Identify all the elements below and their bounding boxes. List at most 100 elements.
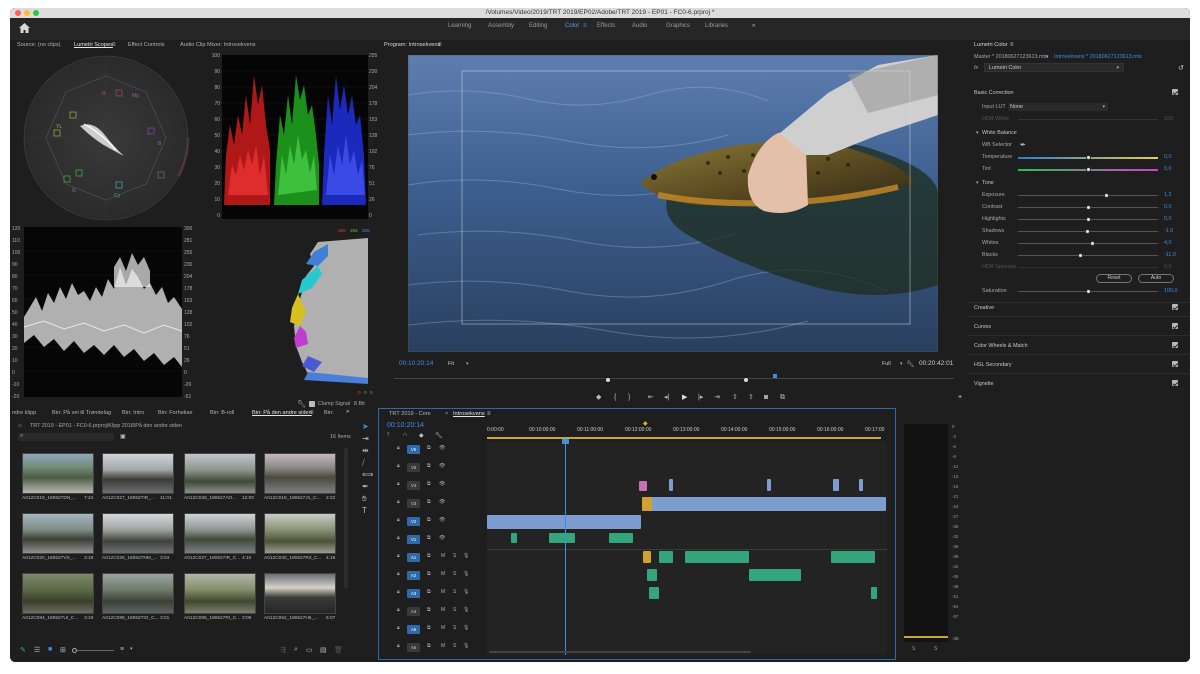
basic-correction-header[interactable]: Basic Correction bbox=[974, 90, 1014, 96]
timeline-horizontal-scrollbar[interactable] bbox=[489, 651, 751, 653]
eye-icon[interactable]: 👁︎ bbox=[439, 517, 445, 523]
audio-clip[interactable] bbox=[685, 551, 749, 563]
program-scrubber[interactable] bbox=[394, 378, 954, 379]
sync-lock-icon[interactable]: ⧉ bbox=[427, 643, 431, 649]
settings-wrench-icon[interactable]: 🔧︎ bbox=[435, 432, 443, 439]
ripple-edit-icon[interactable]: ⇹ bbox=[362, 446, 369, 455]
automate-icon[interactable]: ⇶ bbox=[280, 646, 286, 654]
compare-view-icon[interactable]: ⧉ bbox=[780, 394, 785, 401]
mute-button[interactable]: M bbox=[441, 607, 445, 613]
highlights-value[interactable]: 0,0 bbox=[1164, 216, 1172, 222]
reset-effect-icon[interactable]: ↺ bbox=[1178, 64, 1184, 72]
shadows-knob[interactable] bbox=[1085, 229, 1090, 234]
chevron-down-icon[interactable]: ▾ bbox=[1046, 54, 1049, 60]
video-clip[interactable] bbox=[859, 479, 863, 491]
blacks-value[interactable]: -11,0 bbox=[1164, 252, 1176, 258]
audio-clip[interactable] bbox=[659, 551, 673, 563]
work-area-bar[interactable] bbox=[487, 437, 881, 439]
go-to-in-icon[interactable]: ⇤ bbox=[648, 394, 654, 401]
workspace-menu-icon[interactable]: ≡ bbox=[583, 23, 587, 29]
solo-button[interactable]: S bbox=[453, 571, 456, 577]
curves-header[interactable]: Curves bbox=[974, 324, 991, 330]
tab-bin-trondelag[interactable]: Bin: På vei til Trøndelag bbox=[52, 410, 111, 416]
color-wheels-checkbox[interactable] bbox=[1172, 342, 1178, 348]
pencil-icon[interactable]: ✎ bbox=[20, 646, 26, 654]
audio-clip[interactable] bbox=[609, 533, 633, 543]
clip-thumbnail[interactable] bbox=[102, 513, 174, 554]
lock-icon[interactable]: 🔒︎ bbox=[397, 553, 400, 559]
tab-source[interactable]: Source: (no clips) bbox=[17, 42, 61, 48]
mute-button[interactable]: M bbox=[441, 553, 445, 559]
clip-thumbnail[interactable] bbox=[264, 513, 336, 554]
workspace-tab-learning[interactable]: Learning bbox=[448, 23, 471, 29]
bit-depth-select[interactable]: 8 Bit bbox=[354, 401, 365, 407]
sync-lock-icon[interactable]: ⧉ bbox=[427, 625, 431, 631]
hsl-secondary-checkbox[interactable] bbox=[1172, 361, 1178, 367]
master-clip-label[interactable]: Master * 20180627123613.mts bbox=[974, 54, 1048, 60]
video-clip-v2[interactable] bbox=[642, 497, 886, 511]
lock-icon[interactable]: 🔒︎ bbox=[397, 607, 400, 613]
blacks-knob[interactable] bbox=[1078, 253, 1083, 258]
lock-icon[interactable]: 🔒︎ bbox=[397, 571, 400, 577]
pen-icon[interactable]: ✒ bbox=[362, 482, 369, 491]
eye-icon[interactable]: 👁︎ bbox=[439, 481, 445, 487]
contrast-value[interactable]: 0,0 bbox=[1164, 204, 1172, 210]
auto-button[interactable]: Auto bbox=[1138, 274, 1174, 283]
audio-clip[interactable] bbox=[749, 569, 801, 581]
program-quality-select[interactable]: Full bbox=[882, 361, 891, 367]
track-label[interactable]: V3 bbox=[407, 499, 420, 508]
lumetri-menu-icon[interactable]: ≡ bbox=[1010, 42, 1014, 48]
workspace-tab-editing[interactable]: Editing bbox=[529, 23, 547, 29]
chevron-down-icon[interactable]: ▾ bbox=[130, 646, 133, 652]
workspace-tab-libraries[interactable]: Libraries bbox=[705, 23, 728, 29]
tab-audio-clip-mixer[interactable]: Audio Clip Mixer: Introsekvens bbox=[180, 42, 256, 48]
solo-button[interactable]: S bbox=[453, 643, 456, 649]
mute-button[interactable]: M bbox=[441, 625, 445, 631]
tab-effect-controls[interactable]: Effect Controls bbox=[128, 42, 165, 48]
lock-icon[interactable]: 🔒︎ bbox=[397, 445, 400, 451]
vignette-header[interactable]: Vignette bbox=[974, 381, 994, 387]
workspace-tab-graphics[interactable]: Graphics bbox=[666, 23, 690, 29]
trash-icon[interactable]: 🗑︎ bbox=[334, 646, 343, 654]
freeform-view-icon[interactable]: ⊞ bbox=[60, 646, 66, 654]
sync-lock-icon[interactable]: ⧉ bbox=[427, 517, 431, 523]
timeline-timecode[interactable]: 00:10:20:14 bbox=[387, 422, 424, 429]
sync-lock-icon[interactable]: ⧉ bbox=[427, 589, 431, 595]
track-label[interactable]: A1 bbox=[407, 553, 420, 562]
sync-lock-icon[interactable]: ⧉ bbox=[427, 445, 431, 451]
lock-icon[interactable]: 🔒︎ bbox=[397, 463, 400, 469]
selection-arrow-icon[interactable]: ➤ bbox=[362, 422, 369, 431]
microphone-icon[interactable]: 🎙︎ bbox=[463, 553, 469, 559]
type-icon[interactable]: T bbox=[362, 506, 367, 515]
lock-icon[interactable]: 🔒︎ bbox=[397, 643, 400, 649]
tone-header[interactable]: Tone bbox=[982, 180, 994, 186]
microphone-icon[interactable]: 🎙︎ bbox=[463, 589, 469, 595]
basic-correction-checkbox[interactable] bbox=[1172, 89, 1178, 95]
workspace-tab-effects[interactable]: Effects bbox=[597, 23, 615, 29]
clip-thumbnail[interactable] bbox=[264, 573, 336, 614]
extract-icon[interactable]: ⇪ bbox=[748, 394, 754, 401]
track-label[interactable]: V2 bbox=[407, 517, 420, 526]
microphone-icon[interactable]: 🎙︎ bbox=[463, 643, 469, 649]
new-bin-icon[interactable]: ▭ bbox=[306, 646, 313, 654]
color-wheels-header[interactable]: Color Wheels & Match bbox=[974, 343, 1028, 349]
tab-lumetri-scopes[interactable]: Lumetri Scopes bbox=[74, 42, 113, 48]
eye-icon[interactable]: 👁︎ bbox=[439, 535, 445, 541]
tab-trt-core[interactable]: TRT 2019 - Core bbox=[389, 411, 431, 417]
highlights-knob[interactable] bbox=[1086, 217, 1091, 222]
slip-icon[interactable]: ⟺ bbox=[362, 470, 373, 479]
go-to-out-icon[interactable]: ⇥ bbox=[714, 394, 720, 401]
creative-checkbox[interactable] bbox=[1172, 304, 1178, 310]
bin-scrollbar[interactable] bbox=[344, 448, 348, 588]
track-label[interactable]: V5 bbox=[407, 463, 420, 472]
reset-button[interactable]: Reset bbox=[1096, 274, 1132, 283]
step-forward-icon[interactable]: |▸ bbox=[698, 394, 703, 401]
sync-lock-icon[interactable]: ⧉ bbox=[427, 499, 431, 505]
lock-icon[interactable]: 🔒︎ bbox=[397, 589, 400, 595]
mute-button[interactable]: M bbox=[441, 571, 445, 577]
track-select-icon[interactable]: ⇥ bbox=[362, 434, 369, 443]
panel-menu-icon[interactable]: ≡ bbox=[112, 42, 116, 48]
track-label[interactable]: V6 bbox=[407, 445, 420, 454]
sequence-clip-label[interactable]: Introsekvens * 20180627123613.mts bbox=[1054, 54, 1142, 60]
eye-icon[interactable]: 👁︎ bbox=[439, 445, 445, 451]
